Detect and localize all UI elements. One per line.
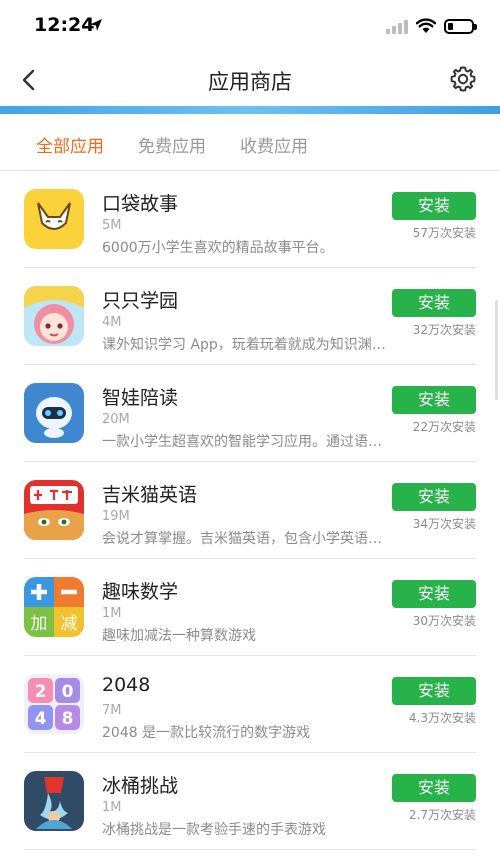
app-name: 冰桶挑战 [102, 775, 179, 797]
app-list: 口袋故事 5M 6000万小学生喜欢的精品故事平台。 安装 57万次安装 只只学… [0, 171, 500, 850]
app-name: 趣味数学 [102, 581, 179, 603]
app-size: 1M [102, 800, 122, 815]
location-arrow-icon [90, 19, 102, 31]
install-button[interactable]: 安装 [392, 580, 476, 608]
install-button[interactable]: 安装 [392, 677, 476, 705]
scrollbar[interactable] [495, 300, 498, 400]
app-list-item[interactable]: 吉米猫英语 19M 会说才算掌握。吉米猫英语，包含小学英语课本内... 安装 3… [24, 462, 476, 559]
install-count: 2.7万次安装 [408, 808, 476, 822]
install-count: 57万次安装 [412, 226, 476, 240]
app-list-item[interactable]: 冰桶挑战 1M 冰桶挑战是一款考验手速的手表游戏 安装 2.7万次安装 [24, 753, 476, 850]
install-button[interactable]: 安装 [392, 289, 476, 317]
app-size: 1M [102, 606, 122, 621]
app-list-item[interactable]: 只只学园 4M 课外知识学习 App，玩着玩着就成为知识渊博的小... 安装 3… [24, 268, 476, 365]
app-description: 冰桶挑战是一款考验手速的手表游戏 [102, 822, 326, 838]
install-count: 30万次安装 [412, 614, 476, 628]
bucket-icon [24, 771, 84, 831]
app-name: 只只学园 [102, 290, 179, 312]
app-list-item[interactable]: 口袋故事 5M 6000万小学生喜欢的精品故事平台。 安装 57万次安装 [24, 171, 476, 268]
numbers-icon-char-2: 2 [35, 682, 47, 702]
cat-icon [24, 480, 84, 540]
app-list-item[interactable]: 智娃陪读 20M 一款小学生超喜欢的智能学习应用。通过语音互动... 安装 22… [24, 365, 476, 462]
math-icon-plus-char: 加 [31, 614, 48, 634]
numbers-icon-char-0: 0 [62, 682, 74, 702]
app-name: 口袋故事 [102, 193, 179, 215]
tab-free-apps[interactable]: 免费应用 [138, 132, 206, 157]
page-title: 应用商店 [208, 70, 292, 94]
fox-icon [24, 189, 84, 249]
install-count: 22万次安装 [412, 420, 476, 434]
install-button[interactable]: 安装 [392, 192, 476, 220]
app-size: 4M [102, 315, 122, 330]
app-description: 会说才算掌握。吉米猫英语，包含小学英语课本内... [102, 531, 392, 547]
app-description: 一款小学生超喜欢的智能学习应用。通过语音互动... [102, 434, 392, 450]
numbers-icon-char-8: 8 [62, 709, 74, 729]
robot-icon [24, 383, 84, 443]
category-tabs: 全部应用 免费应用 收费应用 [0, 114, 500, 171]
app-list-item[interactable]: 加 减 趣味数学 1M 趣味加减法一种算数游戏 安装 30万次安装 [24, 559, 476, 656]
app-description: 课外知识学习 App，玩着玩着就成为知识渊博的小... [102, 337, 392, 353]
install-button[interactable]: 安装 [392, 483, 476, 511]
app-description: 趣味加减法一种算数游戏 [102, 628, 256, 644]
nav-bar: 应用商店 [0, 54, 500, 106]
app-list-item[interactable]: 2 0 4 8 2048 7M 2048 是一款比较流行的数字游戏 安装 4.3… [24, 656, 476, 753]
status-bar: 12:24 [0, 0, 500, 54]
header-accent-band [0, 106, 500, 114]
math-icon-minus-char: 减 [61, 614, 78, 634]
app-size: 7M [102, 703, 122, 718]
tab-all-apps[interactable]: 全部应用 [36, 132, 104, 157]
app-size: 5M [102, 218, 122, 233]
app-name: 吉米猫英语 [102, 484, 198, 506]
girl-icon [24, 286, 84, 346]
tab-paid-apps[interactable]: 收费应用 [240, 132, 308, 157]
install-button[interactable]: 安装 [392, 386, 476, 414]
install-button[interactable]: 安装 [392, 774, 476, 802]
install-count: 32万次安装 [412, 323, 476, 337]
app-name: 2048 [102, 674, 151, 696]
app-size: 20M [102, 412, 130, 427]
app-description: 2048 是一款比较流行的数字游戏 [102, 725, 311, 741]
install-count: 4.3万次安装 [408, 711, 476, 725]
gear-icon[interactable] [448, 64, 478, 94]
battery-icon [444, 18, 477, 34]
signal-icon [386, 19, 408, 34]
app-description: 6000万小学生喜欢的精品故事平台。 [102, 240, 334, 256]
install-count: 34万次安装 [412, 517, 476, 531]
app-name: 智娃陪读 [102, 387, 179, 409]
status-time: 12:24 [34, 14, 95, 36]
numbers-icon: 2 0 4 8 [24, 674, 84, 734]
numbers-icon-char-4: 4 [35, 709, 47, 729]
wifi-icon [416, 18, 436, 33]
math-icon: 加 减 [24, 577, 84, 637]
app-size: 19M [102, 509, 130, 524]
